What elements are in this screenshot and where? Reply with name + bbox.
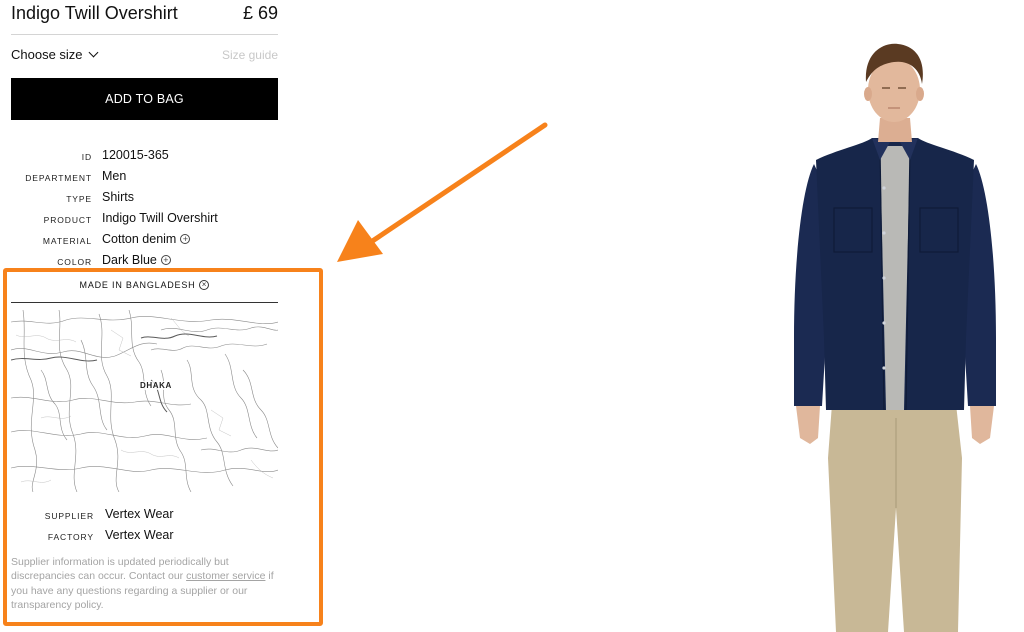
spec-value: Shirts (102, 190, 134, 204)
spec-value-text: Indigo Twill Overshirt (102, 211, 218, 225)
spec-value: Dark Blue + (102, 253, 171, 267)
origin-heading-text: MADE IN BANGLADESH (79, 280, 196, 290)
add-to-bag-button[interactable]: ADD TO BAG (11, 78, 278, 120)
customer-service-link[interactable]: customer service (186, 570, 265, 582)
map-city-label: DHAKA (139, 381, 173, 390)
product-photo (794, 43, 996, 632)
origin-heading: MADE IN BANGLADESH × (11, 280, 278, 290)
plus-circle-icon[interactable]: + (160, 255, 171, 265)
chevron-down-icon (88, 47, 98, 58)
spec-value: Cotton denim + (102, 232, 191, 246)
spec-row-material: MATERIAL Cotton denim + (11, 232, 278, 250)
spec-value: 120015-365 (102, 148, 169, 162)
spec-row-department: DEPARTMENT Men (11, 169, 278, 187)
spec-label: PRODUCT (43, 215, 92, 225)
x-circle-icon[interactable]: × (199, 280, 210, 290)
spec-value-text: Dark Blue (102, 253, 157, 267)
size-guide-link[interactable]: Size guide (222, 48, 278, 62)
spec-value-text: 120015-365 (102, 148, 169, 162)
factory-value: Vertex Wear (105, 528, 174, 542)
spec-label: DEPARTMENT (25, 173, 92, 183)
supplier-note: Supplier information is updated periodic… (11, 555, 283, 613)
product-price: £ 69 (242, 3, 278, 23)
supplier-label: SUPPLIER (44, 511, 94, 521)
size-row: Choose size Size guide (11, 47, 278, 65)
spec-label: ID (81, 152, 92, 162)
divider (11, 302, 278, 303)
spec-value-text: Shirts (102, 190, 134, 204)
spec-row-type: TYPE Shirts (11, 190, 278, 208)
choose-size-dropdown[interactable]: Choose size (11, 47, 98, 62)
spec-label: TYPE (66, 194, 92, 204)
supplier-row: SUPPLIER Vertex Wear (11, 507, 278, 525)
spec-label: COLOR (57, 257, 92, 267)
divider (11, 34, 278, 35)
factory-row: FACTORY Vertex Wear (11, 528, 278, 546)
supplier-value: Vertex Wear (105, 507, 174, 521)
origin-map (11, 310, 278, 492)
spec-row-id: ID 120015-365 (11, 148, 278, 166)
plus-circle-icon[interactable]: + (180, 234, 191, 244)
title-row: Indigo Twill Overshirt £ 69 (11, 3, 278, 25)
spec-value-text: Cotton denim (102, 232, 177, 246)
factory-label: FACTORY (47, 532, 94, 542)
spec-value: Indigo Twill Overshirt (102, 211, 218, 225)
product-title: Indigo Twill Overshirt (11, 3, 178, 23)
spec-value: Men (102, 169, 126, 183)
spec-row-product: PRODUCT Indigo Twill Overshirt (11, 211, 278, 229)
choose-size-label: Choose size (11, 47, 83, 62)
spec-value-text: Men (102, 169, 127, 183)
spec-label: MATERIAL (42, 236, 92, 246)
